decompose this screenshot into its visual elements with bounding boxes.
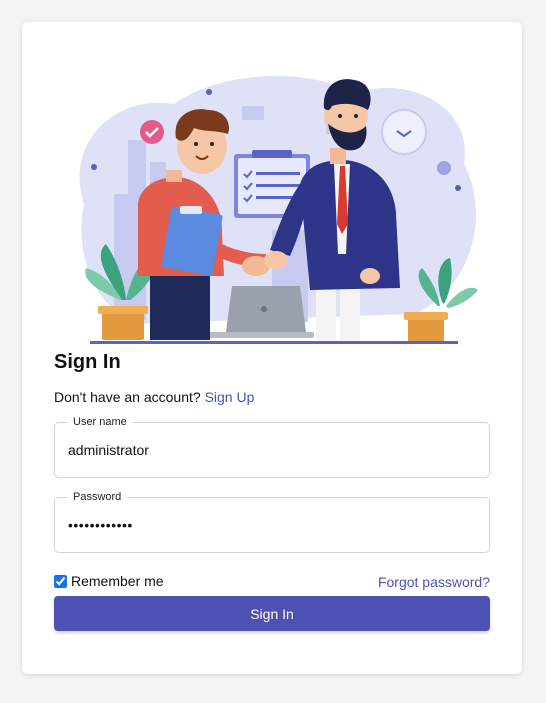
handshake-illustration xyxy=(79,75,478,344)
sign-in-button[interactable]: Sign In xyxy=(54,596,490,631)
page-title: Sign In xyxy=(54,351,121,373)
signup-prompt: Don't have an account? Sign Up xyxy=(54,388,254,406)
password-field[interactable]: Password xyxy=(54,491,490,553)
forgot-password-link[interactable]: Forgot password? xyxy=(378,573,490,591)
password-label: Password xyxy=(67,491,128,503)
signup-link[interactable]: Sign Up xyxy=(205,389,255,405)
remember-me[interactable]: Remember me xyxy=(54,572,164,590)
username-label: User name xyxy=(67,416,133,428)
remember-me-checkbox[interactable] xyxy=(54,574,67,588)
remember-me-label: Remember me xyxy=(71,573,164,589)
username-input[interactable] xyxy=(68,440,468,460)
password-input[interactable] xyxy=(68,515,468,535)
no-account-text: Don't have an account? xyxy=(54,389,201,405)
username-field[interactable]: User name xyxy=(54,416,490,478)
login-card: Sign In Don't have an account? Sign Up U… xyxy=(22,22,522,674)
